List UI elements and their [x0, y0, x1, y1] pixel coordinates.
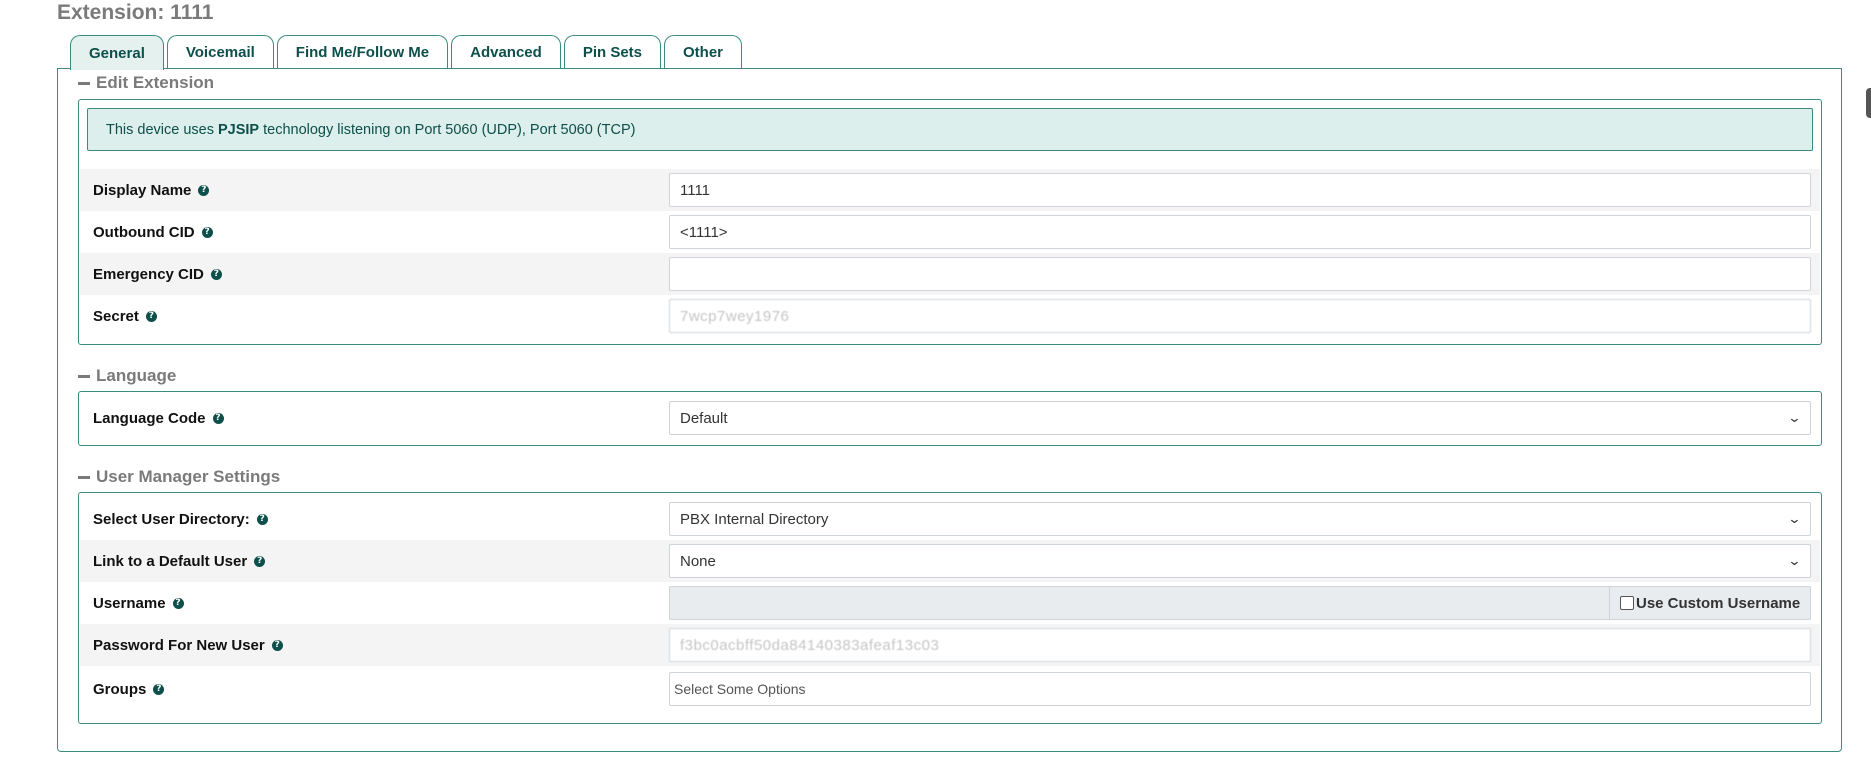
page-title: Extension: 1111: [57, 1, 214, 24]
help-icon[interactable]: ?: [201, 226, 213, 238]
alert-suffix: technology listening on Port 5060 (UDP),…: [263, 121, 636, 138]
groups-placeholder: Select Some Options: [674, 681, 806, 697]
minus-icon: [78, 475, 90, 479]
language-code-value: Default: [680, 409, 728, 427]
outbound-cid-input[interactable]: [669, 215, 1811, 249]
outbound-cid-label-wrap: Outbound CID ?: [80, 224, 660, 241]
groups-multiselect[interactable]: Select Some Options: [669, 672, 1811, 706]
chevron-down-icon: ⌄: [1787, 511, 1802, 527]
password-label: Password For New User: [93, 636, 265, 654]
chevron-down-icon: ⌄: [1787, 553, 1802, 569]
default-user-value: None: [680, 552, 716, 570]
edit-extension-section: This device uses PJSIP technology listen…: [78, 99, 1822, 345]
language-code-label: Language Code: [93, 409, 206, 427]
language-code-row: Language Code ? Default ⌄: [80, 397, 1820, 439]
user-manager-section: Select User Directory: ? PBX Internal Di…: [78, 492, 1822, 724]
user-directory-label-wrap: Select User Directory: ?: [80, 511, 660, 528]
help-icon[interactable]: ?: [210, 268, 222, 280]
use-custom-username-label: Use Custom Username: [1636, 594, 1801, 612]
user-directory-label: Select User Directory:: [93, 510, 250, 528]
help-icon[interactable]: ?: [198, 184, 210, 196]
username-field-group: Use Custom Username: [669, 586, 1811, 620]
groups-label-wrap: Groups ?: [80, 681, 660, 698]
language-code-label-wrap: Language Code ?: [80, 410, 660, 427]
alert-tech: PJSIP: [218, 121, 260, 138]
language-heading[interactable]: Language: [78, 366, 176, 386]
tab-advanced[interactable]: Advanced: [451, 35, 561, 69]
username-input[interactable]: [669, 586, 1610, 620]
username-label: Username: [93, 594, 166, 612]
outbound-cid-row: Outbound CID ?: [80, 211, 1820, 253]
device-info-alert: This device uses PJSIP technology listen…: [87, 108, 1813, 151]
user-directory-value: PBX Internal Directory: [680, 510, 829, 528]
password-label-wrap: Password For New User ?: [80, 637, 660, 654]
tab-pin-sets[interactable]: Pin Sets: [563, 35, 662, 69]
groups-label: Groups: [93, 680, 147, 698]
tab-general[interactable]: General: [70, 35, 164, 70]
minus-icon: [78, 81, 90, 85]
default-user-label-wrap: Link to a Default User ?: [80, 553, 660, 570]
outbound-cid-label: Outbound CID: [93, 223, 195, 241]
language-code-select[interactable]: Default ⌄: [669, 401, 1811, 435]
emergency-cid-label: Emergency CID: [93, 265, 204, 283]
username-row: Username ? Use Custom Username: [80, 582, 1820, 624]
default-user-row: Link to a Default User ? None ⌄: [80, 540, 1820, 582]
help-icon[interactable]: ?: [271, 639, 283, 651]
help-icon[interactable]: ?: [145, 310, 157, 322]
extension-page: Extension: 1111 General Voicemail Find M…: [0, 0, 1871, 764]
minus-icon: [78, 374, 90, 378]
display-name-label: Display Name: [93, 181, 192, 199]
help-icon[interactable]: ?: [153, 683, 165, 695]
tab-voicemail[interactable]: Voicemail: [166, 35, 274, 69]
user-directory-select[interactable]: PBX Internal Directory ⌄: [669, 502, 1811, 536]
use-custom-username-toggle[interactable]: Use Custom Username: [1610, 586, 1811, 620]
secret-label: Secret: [93, 307, 139, 325]
alert-prefix: This device uses: [106, 121, 214, 138]
emergency-cid-row: Emergency CID ?: [80, 253, 1820, 295]
username-label-wrap: Username ?: [80, 595, 660, 612]
password-input[interactable]: f3bc0acbff50da84140383afeaf13c03: [669, 628, 1811, 662]
user-manager-heading[interactable]: User Manager Settings: [78, 467, 280, 487]
sidebar-toggle-handle[interactable]: [1866, 88, 1871, 118]
help-icon[interactable]: ?: [212, 412, 224, 424]
tab-other[interactable]: Other: [664, 35, 743, 69]
display-name-input[interactable]: [669, 173, 1811, 207]
edit-extension-heading[interactable]: Edit Extension: [78, 73, 214, 93]
tab-bar: General Voicemail Find Me/Follow Me Adva…: [70, 35, 743, 70]
default-user-select[interactable]: None ⌄: [669, 544, 1811, 578]
language-section: Language Code ? Default ⌄: [78, 391, 1822, 446]
help-icon[interactable]: ?: [254, 555, 266, 567]
display-name-label-wrap: Display Name ?: [80, 182, 660, 199]
user-manager-heading-text: User Manager Settings: [96, 467, 281, 486]
user-directory-row: Select User Directory: ? PBX Internal Di…: [80, 498, 1820, 540]
display-name-row: Display Name ?: [80, 169, 1820, 211]
emergency-cid-input[interactable]: [669, 257, 1811, 291]
help-icon[interactable]: ?: [172, 597, 184, 609]
chevron-down-icon: ⌄: [1787, 410, 1802, 426]
groups-row: Groups ? Select Some Options: [80, 668, 1820, 710]
default-user-label: Link to a Default User: [93, 552, 248, 570]
password-row: Password For New User ? f3bc0acbff50da84…: [80, 624, 1820, 666]
edit-extension-heading-text: Edit Extension: [96, 73, 215, 92]
tab-find-me-follow-me[interactable]: Find Me/Follow Me: [276, 35, 449, 69]
secret-input[interactable]: 7wcp7wey1976: [669, 299, 1811, 333]
emergency-cid-label-wrap: Emergency CID ?: [80, 266, 660, 283]
secret-label-wrap: Secret ?: [80, 308, 660, 325]
general-tab-panel: Edit Extension This device uses PJSIP te…: [57, 68, 1842, 752]
secret-row: Secret ? 7wcp7wey1976: [80, 295, 1820, 337]
language-heading-text: Language: [96, 366, 177, 385]
use-custom-username-checkbox[interactable]: [1620, 596, 1634, 610]
help-icon[interactable]: ?: [256, 513, 268, 525]
